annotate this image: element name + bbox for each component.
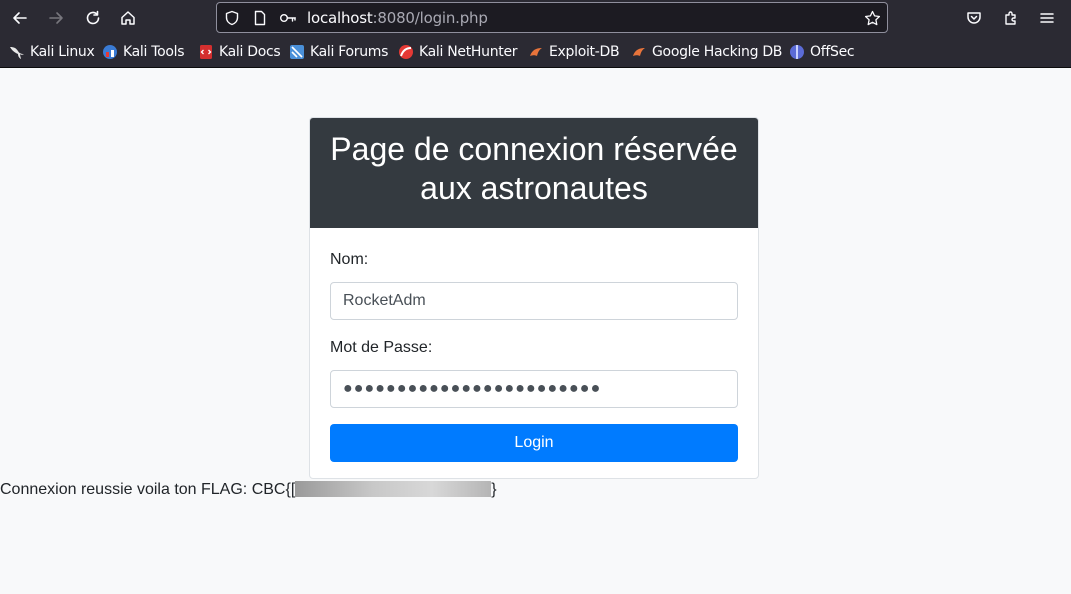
url-path: :8080/login.php: [372, 9, 488, 27]
password-input[interactable]: ●●●●●●●●●●●●●●●●●●●●●●●●: [330, 370, 738, 408]
bookmark-label: Kali Docs: [219, 44, 281, 60]
bookmark-kali-nethunter[interactable]: Kali NetHunter: [398, 43, 518, 61]
flag-message: Connexion reussie voila ton FLAG: CBC{[}: [0, 481, 497, 499]
bookmark-exploit-db[interactable]: Exploit-DB: [528, 43, 620, 61]
bookmark-label: Kali Forums: [310, 44, 389, 60]
bookmark-kali-forums[interactable]: Kali Forums: [289, 43, 388, 61]
reload-button[interactable]: [79, 4, 107, 32]
browser-toolbar: localhost:8080/login.php: [0, 0, 1071, 36]
back-button[interactable]: [6, 4, 34, 32]
bookmark-kali-linux[interactable]: Kali Linux: [9, 43, 95, 61]
redacted-flag-block: [295, 481, 492, 497]
hamburger-menu-icon: [1040, 13, 1054, 23]
ghdb-icon: [633, 48, 645, 56]
kali-nethunter-icon: [399, 45, 413, 59]
login-button[interactable]: Login: [330, 424, 738, 462]
bookmark-label: Kali Tools: [123, 44, 185, 60]
extensions-button[interactable]: [997, 4, 1025, 32]
kali-docs-icon: [200, 45, 212, 59]
forward-button[interactable]: [42, 4, 70, 32]
login-card: Page de connexion réservée aux astronaut…: [309, 117, 759, 479]
menu-button[interactable]: [1033, 4, 1061, 32]
bookmark-star-icon[interactable]: [863, 9, 881, 27]
bookmark-label: OffSec: [810, 44, 855, 60]
puzzle-icon: [1005, 11, 1016, 25]
kali-dragon-icon: [10, 47, 24, 59]
pocket-button[interactable]: [960, 4, 988, 32]
bookmark-kali-docs[interactable]: Kali Docs: [198, 43, 281, 61]
bookmark-offsec[interactable]: OffSec: [789, 43, 855, 61]
login-form: Nom: RocketAdm Mot de Passe: ●●●●●●●●●●●…: [310, 228, 758, 462]
page-title: Page de connexion réservée aux astronaut…: [330, 131, 738, 206]
bookmarks-bar: Kali Linux Kali Tools Kali Docs Kali For…: [0, 36, 1071, 68]
flag-suffix: }: [491, 481, 497, 498]
bookmark-label: Google Hacking DB: [652, 44, 783, 60]
bookmark-label: Kali NetHunter: [419, 44, 518, 60]
bookmark-label: Kali Linux: [30, 44, 95, 60]
url-bar[interactable]: localhost:8080/login.php: [216, 2, 888, 33]
reload-icon: [86, 10, 100, 25]
bookmark-kali-tools[interactable]: Kali Tools: [102, 43, 185, 61]
bookmark-label: Exploit-DB: [549, 44, 620, 60]
url-text[interactable]: localhost:8080/login.php: [307, 9, 488, 27]
kali-forums-icon: [290, 45, 304, 59]
username-input[interactable]: RocketAdm: [330, 282, 738, 320]
url-host: localhost: [307, 9, 373, 27]
bookmark-google-hacking-db[interactable]: Google Hacking DB: [631, 43, 782, 61]
password-label: Mot de Passe:: [330, 339, 433, 356]
flag-prefix: Connexion reussie voila ton FLAG: CBC{: [0, 481, 291, 498]
shield-icon[interactable]: [223, 9, 241, 27]
back-arrow-icon: [13, 12, 27, 24]
kali-tools-icon: [103, 45, 117, 59]
home-icon: [121, 11, 135, 25]
username-label: Nom:: [330, 251, 369, 268]
page-icon[interactable]: [251, 9, 269, 27]
exploit-db-icon: [530, 48, 542, 56]
home-button[interactable]: [114, 4, 142, 32]
key-icon[interactable]: [279, 9, 297, 27]
forward-arrow-icon: [49, 12, 63, 24]
offsec-icon: [790, 45, 804, 59]
pocket-icon: [967, 12, 981, 24]
login-header: Page de connexion réservée aux astronaut…: [310, 118, 758, 228]
